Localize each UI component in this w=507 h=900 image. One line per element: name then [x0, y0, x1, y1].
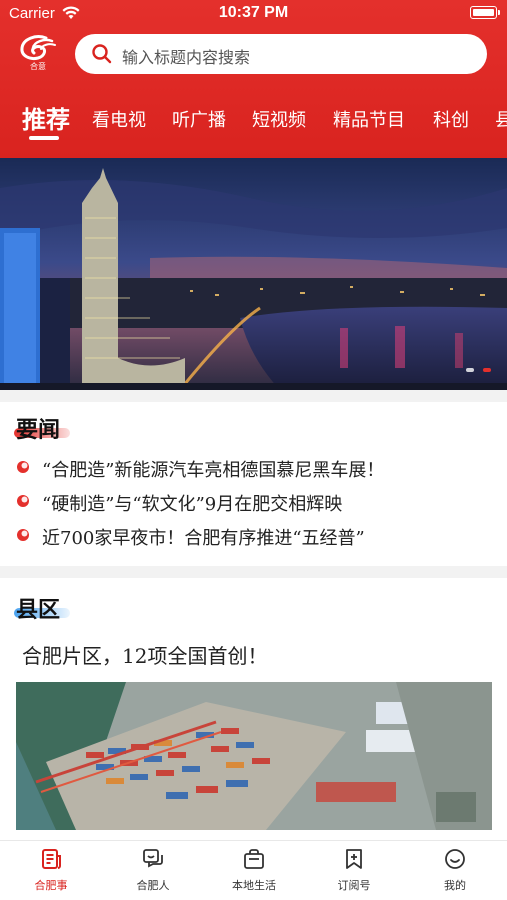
- pager-dot[interactable]: [465, 368, 474, 372]
- logo-swirl-icon: [20, 35, 56, 60]
- battery-icon: [470, 6, 500, 19]
- status-bar: Carrier 10:37 PM: [0, 0, 507, 28]
- logo-text: 合意: [30, 62, 46, 71]
- tab-tech-innovation[interactable]: 科创: [433, 106, 469, 132]
- nav-mine[interactable]: 我的: [410, 847, 500, 893]
- news-item-text: 近700家早夜市！合肥有序推进“五经普”: [42, 528, 365, 549]
- tab-watch-tv[interactable]: 看电视: [92, 106, 146, 132]
- tab-recommend[interactable]: 推荐: [22, 100, 70, 135]
- port-aerial-photo[interactable]: [16, 682, 492, 830]
- chat-icon: [143, 849, 163, 868]
- red-bullet-icon: [17, 529, 29, 541]
- nav-label: 我的: [444, 879, 466, 892]
- news-item-text: “硬制造”与“软文化”9月在肥交相辉映: [42, 494, 343, 515]
- news-section-title: 要闻: [16, 417, 61, 443]
- status-time: 10:37 PM: [218, 4, 289, 21]
- smile-face-icon: [445, 849, 465, 869]
- county-headline[interactable]: 合肥片区，12项全国首创！: [22, 640, 267, 669]
- tab-short-video[interactable]: 短视频: [252, 106, 306, 132]
- channel-tabs: 推荐 看电视 听广播 短视频 精品节目 科创 县: [0, 100, 507, 140]
- port-image: [16, 682, 492, 830]
- nav-label: 本地生活: [232, 879, 276, 892]
- app-logo[interactable]: 合意: [16, 33, 60, 75]
- nav-hefei-news[interactable]: 合肥事: [6, 847, 96, 893]
- tab-radio[interactable]: 听广播: [172, 106, 226, 132]
- bottom-nav: 合肥事 合肥人 本地生活 订阅号 我的: [0, 840, 507, 900]
- section-divider: [0, 390, 507, 402]
- news-doc-icon: [42, 849, 61, 869]
- nav-local-life[interactable]: 本地生活: [209, 847, 299, 893]
- shopping-bag-icon: [244, 849, 264, 869]
- tab-county[interactable]: 县: [495, 106, 507, 132]
- active-tab-indicator: [29, 136, 59, 140]
- red-bullet-icon: [17, 495, 29, 507]
- nav-hefei-people[interactable]: 合肥人: [108, 847, 198, 893]
- tab-featured-programs[interactable]: 精品节目: [333, 106, 405, 132]
- search-icon: [92, 44, 112, 64]
- pager-dot-active[interactable]: [483, 368, 491, 372]
- app-header: Carrier 10:37 PM 合意 输入标题内容搜索 推荐 看电视 听广播 …: [0, 0, 507, 158]
- search-bar[interactable]: 输入标题内容搜索: [75, 34, 487, 74]
- county-section-title: 县区: [16, 597, 61, 623]
- nav-label: 合肥事: [34, 879, 68, 892]
- nav-label: 合肥人: [136, 879, 170, 892]
- search-placeholder: 输入标题内容搜索: [122, 48, 251, 67]
- hero-banner[interactable]: [0, 158, 507, 390]
- banner-pager[interactable]: [462, 357, 491, 376]
- red-bullet-icon: [17, 461, 29, 473]
- subscribe-icon: [346, 849, 362, 869]
- nav-label: 订阅号: [337, 879, 371, 892]
- news-item-text: “合肥造”新能源汽车亮相德国慕尼黑车展！: [42, 460, 385, 481]
- section-divider: [0, 566, 507, 578]
- nav-subscriptions[interactable]: 订阅号: [309, 847, 399, 893]
- city-night-photo: [0, 158, 507, 390]
